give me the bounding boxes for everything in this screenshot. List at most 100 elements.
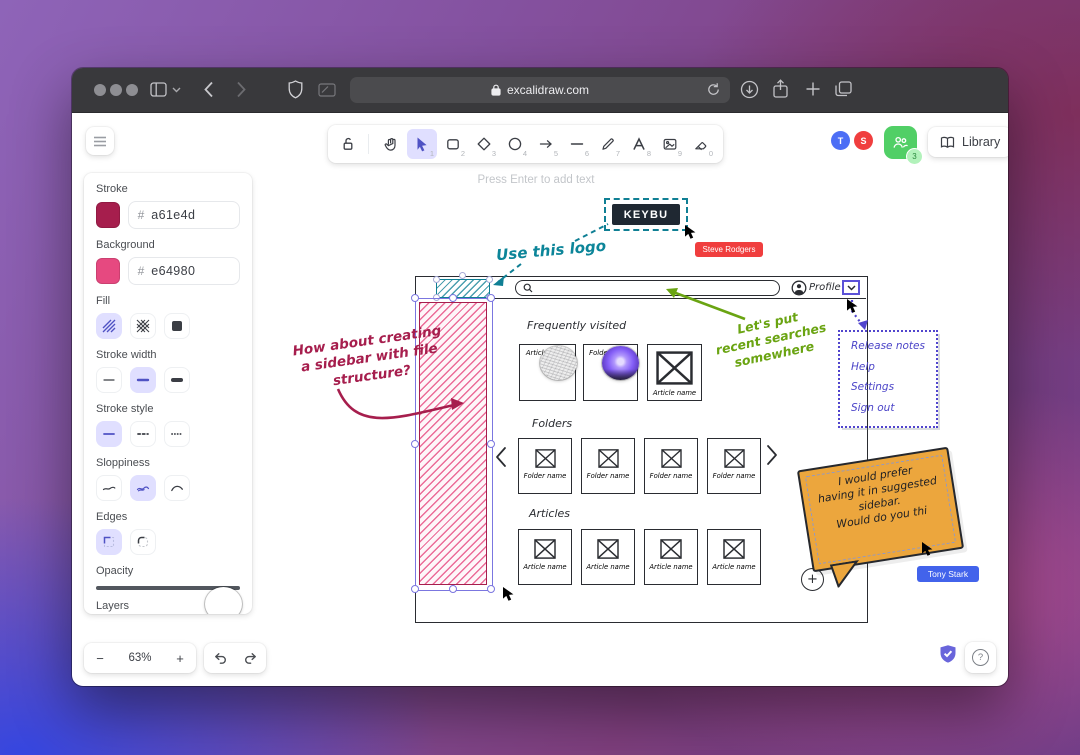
close-button[interactable] [94, 84, 106, 96]
profile-dropdown-sketch[interactable]: Release notes Help Settings Sign out [838, 330, 938, 428]
tool-line[interactable]: 6 [562, 129, 592, 159]
reload-button[interactable] [706, 82, 721, 97]
background-hex-input[interactable]: # e64980 [128, 257, 240, 285]
folder-card[interactable]: Folder name [518, 438, 572, 494]
stroke-width-extrabold-button[interactable] [164, 367, 190, 393]
new-tab-button[interactable] [805, 81, 821, 97]
selection-handle[interactable] [433, 276, 440, 283]
share-collaboration-button[interactable]: 3 [884, 126, 917, 159]
background-color-swatch[interactable] [96, 258, 120, 284]
sloppiness-architect-button[interactable] [96, 475, 122, 501]
fill-crosshatch-button[interactable] [130, 313, 156, 339]
main-menu-button[interactable] [86, 127, 114, 155]
wireframe-search-bar[interactable] [515, 280, 780, 296]
stroke-hex-input[interactable]: # a61e4d [128, 201, 240, 229]
folder-card[interactable]: Folder name [581, 438, 635, 494]
steve-name-badge: Steve Rodgers [695, 242, 763, 257]
selection-handle[interactable] [433, 294, 440, 301]
selection-handle[interactable] [486, 276, 493, 283]
zoom-level[interactable]: 63% [116, 652, 164, 664]
chevron-down-icon[interactable] [172, 87, 181, 93]
selection-handle[interactable] [459, 272, 466, 279]
tool-eraser[interactable]: 0 [686, 129, 716, 159]
visited-card[interactable]: Folder name [583, 344, 638, 401]
stroke-style-dashed-button[interactable] [130, 421, 156, 447]
stroke-color-swatch[interactable] [96, 202, 120, 228]
folder-card[interactable]: Folder name [707, 438, 761, 494]
tool-selection[interactable]: 1 [407, 129, 437, 159]
selection-handle[interactable] [449, 294, 457, 302]
tool-draw[interactable]: 7 [593, 129, 623, 159]
stroke-style-dotted-button[interactable] [164, 421, 190, 447]
keybu-logo[interactable]: KEYBU [612, 204, 680, 225]
redo-button[interactable] [235, 643, 266, 673]
article-card[interactable]: Article name [581, 529, 635, 585]
stroke-width-section: Stroke width [96, 349, 240, 393]
selection-handle[interactable] [411, 585, 419, 593]
zoom-in-button[interactable]: + [164, 643, 196, 673]
edges-round-button[interactable] [130, 529, 156, 555]
selection-handle[interactable] [487, 440, 495, 448]
library-button[interactable]: Library [928, 127, 1008, 157]
folder-card[interactable]: Folder name [644, 438, 698, 494]
tool-hand[interactable] [376, 129, 406, 159]
share-button[interactable] [772, 79, 789, 99]
back-button[interactable] [204, 81, 214, 98]
wireframe-logo-placeholder[interactable] [436, 279, 490, 298]
stroke-width-thin-button[interactable] [96, 367, 122, 393]
collaborator-avatar-t[interactable]: T [831, 131, 850, 150]
edges-sharp-button[interactable] [96, 529, 122, 555]
tool-text[interactable]: 8 [624, 129, 654, 159]
visited-card[interactable]: Article name [519, 344, 576, 401]
selection-handle[interactable] [411, 294, 419, 302]
fill-solid-button[interactable] [164, 313, 190, 339]
wireframe-add-button[interactable]: + [801, 568, 824, 591]
sloppiness-artist-button[interactable] [130, 475, 156, 501]
selection-handle[interactable] [487, 294, 495, 302]
use-logo-note[interactable]: Use this logo [495, 236, 616, 264]
downloads-button[interactable] [740, 80, 759, 99]
article-card[interactable]: Article name [518, 529, 572, 585]
menu-item-settings: Settings [851, 381, 936, 393]
fill-hachure-button[interactable] [96, 313, 122, 339]
articles-title: Articles [529, 507, 570, 520]
sidebar-toggle-icon[interactable] [150, 82, 167, 97]
tool-image[interactable]: 9 [655, 129, 685, 159]
tool-lock[interactable] [335, 129, 361, 159]
visited-card[interactable]: Article name [647, 344, 702, 401]
stroke-label: Stroke [96, 183, 240, 195]
minimize-button[interactable] [110, 84, 122, 96]
selection-handle[interactable] [411, 440, 419, 448]
opacity-slider[interactable] [96, 586, 240, 590]
opacity-slider-thumb[interactable] [205, 587, 242, 614]
profile-dropdown-chevron[interactable] [842, 280, 860, 295]
forward-button[interactable] [236, 81, 246, 98]
article-card[interactable]: Article name [707, 529, 761, 585]
encryption-shield-icon[interactable] [938, 644, 958, 664]
profile-avatar-icon[interactable] [791, 280, 807, 296]
tool-arrow[interactable]: 5 [531, 129, 561, 159]
tool-rectangle[interactable]: 2 [438, 129, 468, 159]
help-button[interactable]: ? [965, 642, 996, 673]
privacy-shield-icon[interactable] [288, 80, 303, 99]
collaborator-avatar-s[interactable]: S [854, 131, 873, 150]
sticky-note[interactable]: I would prefer having it in suggested si… [797, 447, 964, 573]
selection-handle[interactable] [487, 585, 495, 593]
undo-button[interactable] [204, 643, 235, 673]
zoom-out-button[interactable]: − [84, 643, 116, 673]
stroke-style-solid-button[interactable] [96, 421, 122, 447]
toolbar-divider [368, 134, 369, 154]
stroke-width-bold-button[interactable] [130, 367, 156, 393]
tool-ellipse[interactable]: 4 [500, 129, 530, 159]
tool-diamond[interactable]: 3 [469, 129, 499, 159]
carousel-next-icon[interactable] [766, 444, 778, 466]
dotted-line-icon [170, 427, 184, 441]
address-bar[interactable]: excalidraw.com [350, 77, 730, 103]
selection-handle[interactable] [449, 585, 457, 593]
article-card[interactable]: Article name [644, 529, 698, 585]
carousel-prev-icon[interactable] [495, 446, 507, 468]
reader-compose-icon[interactable] [318, 83, 336, 97]
sloppiness-cartoonist-button[interactable] [164, 475, 190, 501]
maximize-button[interactable] [126, 84, 138, 96]
tab-overview-button[interactable] [835, 81, 852, 97]
